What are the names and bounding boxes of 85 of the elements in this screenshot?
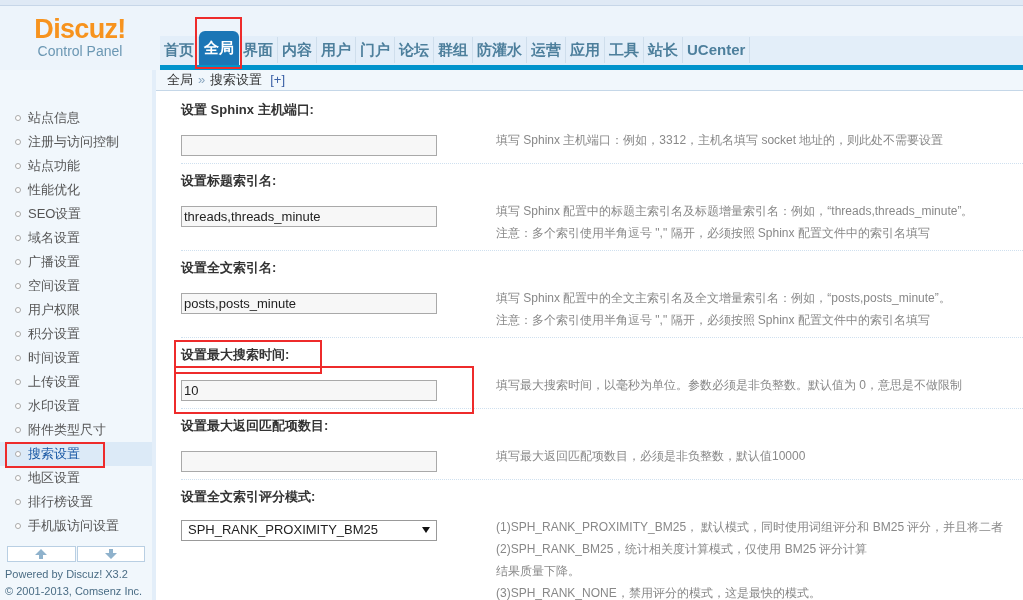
sidebar-item[interactable]: 站点信息 xyxy=(0,106,152,130)
sidebar-item[interactable]: 注册与访问控制 xyxy=(0,130,152,154)
setting-label: 设置全文索引评分模式: xyxy=(181,488,316,506)
input-field[interactable]: posts,posts_minute xyxy=(181,292,437,314)
bullet-icon xyxy=(15,427,21,433)
down-arrow-icon xyxy=(104,549,117,559)
bullet-icon xyxy=(15,307,21,313)
nav-tab[interactable]: 论坛 xyxy=(395,37,434,63)
setting-tip: (2)SPH_RANK_BM25，统计相关度计算模式，仅使用 BM25 评分计算 xyxy=(496,540,869,558)
setting-label: 设置 Sphinx 主机端口: xyxy=(181,101,314,119)
bullet-icon xyxy=(15,283,21,289)
sidebar-item[interactable]: 域名设置 xyxy=(0,226,152,250)
breadcrumb-separator: » xyxy=(198,71,206,89)
setting-tip: (1)SPH_RANK_PROXIMITY_BM25， 默认模式，同时使用词组评分和 BM25 评分，并且将二者 xyxy=(496,518,1004,536)
setting-tip: (3)SPH_RANK_NONE，禁用评分的模式，这是最快的模式。 xyxy=(496,584,822,600)
sidebar-item[interactable]: 站点功能 xyxy=(0,154,152,178)
breadcrumb-link[interactable]: 全局 xyxy=(167,70,193,90)
input-field[interactable]: threads,threads_minute xyxy=(181,205,437,227)
setting-label: 设置最大返回匹配项数目: xyxy=(181,417,329,435)
setting-tip: 注意：多个索引使用半角逗号 "," 隔开，必须按照 Sphinx 配置文件中的索引名填写 xyxy=(496,224,931,242)
sidebar-item[interactable]: 水印设置 xyxy=(0,394,152,418)
sidebar-item[interactable]: 搜索设置 xyxy=(0,442,152,466)
setting-tip: 注意：多个索引使用半角逗号 "," 隔开，必须按照 Sphinx 配置文件中的索引名填写 xyxy=(496,311,931,329)
setting-label: 设置全文索引名: xyxy=(181,259,277,277)
input-field[interactable]: 10 xyxy=(181,379,437,401)
nav-tab[interactable]: 界面 xyxy=(239,37,278,63)
bullet-icon xyxy=(15,403,21,409)
nav-tab[interactable]: 工具 xyxy=(605,37,644,63)
bullet-icon xyxy=(15,523,21,529)
nav-tab[interactable]: 防灌水 xyxy=(473,37,527,63)
sidebar-item[interactable]: 时间设置 xyxy=(0,346,152,370)
scroll-up-button[interactable] xyxy=(7,546,76,562)
nav-tab[interactable]: 内容 xyxy=(278,37,317,63)
sidebar-item[interactable]: 附件类型尺寸 xyxy=(0,418,152,442)
nav-tab[interactable]: 站长 xyxy=(644,37,683,63)
sidebar-item[interactable]: SEO设置 xyxy=(0,202,152,226)
footer-text: © 2001-2013, Comsenz Inc. xyxy=(5,584,144,599)
scroll-down-button[interactable] xyxy=(76,546,145,562)
setting-tip: 填写最大返回匹配项数目，必须是非负整数，默认值10000 xyxy=(496,447,806,465)
logo: Discuz! xyxy=(34,15,126,43)
nav-tab[interactable]: 群组 xyxy=(434,37,473,63)
nav-tab[interactable]: 运营 xyxy=(527,37,566,63)
bullet-icon xyxy=(15,451,21,457)
nav-tab[interactable]: 门户 xyxy=(356,37,395,63)
sidebar-item[interactable]: 地区设置 xyxy=(0,466,152,490)
setting-tip: 结果质量下降。 xyxy=(496,562,581,580)
sidebar-item[interactable]: 排行榜设置 xyxy=(0,490,152,514)
bullet-icon xyxy=(15,115,21,121)
sidebar-item[interactable]: 空间设置 xyxy=(0,274,152,298)
breadcrumb-current: 搜索设置 xyxy=(210,71,263,89)
nav-tab[interactable]: 用户 xyxy=(317,37,356,63)
bullet-icon xyxy=(15,259,21,265)
input-field[interactable] xyxy=(181,134,437,156)
setting-label: 设置标题索引名: xyxy=(181,172,277,190)
bullet-icon xyxy=(15,211,21,217)
sidebar-item[interactable]: 性能优化 xyxy=(0,178,152,202)
bullet-icon xyxy=(15,355,21,361)
logo-subtitle: Control Panel xyxy=(37,42,123,61)
sidebar-item[interactable]: 手机版访问设置 xyxy=(0,514,152,538)
bullet-icon xyxy=(15,235,21,241)
bullet-icon xyxy=(15,139,21,145)
bullet-icon xyxy=(15,187,21,193)
up-arrow-icon xyxy=(35,549,48,559)
sidebar-item[interactable]: 上传设置 xyxy=(0,370,152,394)
setting-tip: 填写 Sphinx 主机端口：例如，3312，主机名填写 socket 地址的，则此处不需要设置 xyxy=(496,131,944,149)
bullet-icon xyxy=(15,331,21,337)
sidebar-item[interactable]: 积分设置 xyxy=(0,322,152,346)
nav-tab[interactable]: UCenter xyxy=(683,37,751,63)
nav-tab[interactable]: 全局 xyxy=(199,31,239,65)
bullet-icon xyxy=(15,163,21,169)
bullet-icon xyxy=(15,379,21,385)
footer-text: Powered by Discuz! X3.2 xyxy=(5,567,129,582)
add-link[interactable]: [+] xyxy=(270,70,286,90)
select-field[interactable]: SPH_RANK_PROXIMITY_BM25 xyxy=(181,519,437,541)
setting-tip: 填写 Sphinx 配置中的全文主索引名及全文增量索引名：例如，“posts,posts_minute”。 xyxy=(496,289,951,307)
caret-icon xyxy=(422,527,430,533)
nav-tab[interactable]: 应用 xyxy=(566,37,605,63)
setting-tip: 填写最大搜索时间，以毫秒为单位。参数必须是非负整数。默认值为 0，意思是不做限制 xyxy=(496,376,962,394)
setting-label: 设置最大搜索时间: xyxy=(181,346,290,364)
input-field[interactable] xyxy=(181,450,437,472)
sidebar-item[interactable]: 用户权限 xyxy=(0,298,152,322)
sidebar-item[interactable]: 广播设置 xyxy=(0,250,152,274)
setting-tip: 填写 Sphinx 配置中的标题主索引名及标题增量索引名：例如，“threads,threads_minute”。 xyxy=(496,202,974,220)
bullet-icon xyxy=(15,499,21,505)
bullet-icon xyxy=(15,475,21,481)
